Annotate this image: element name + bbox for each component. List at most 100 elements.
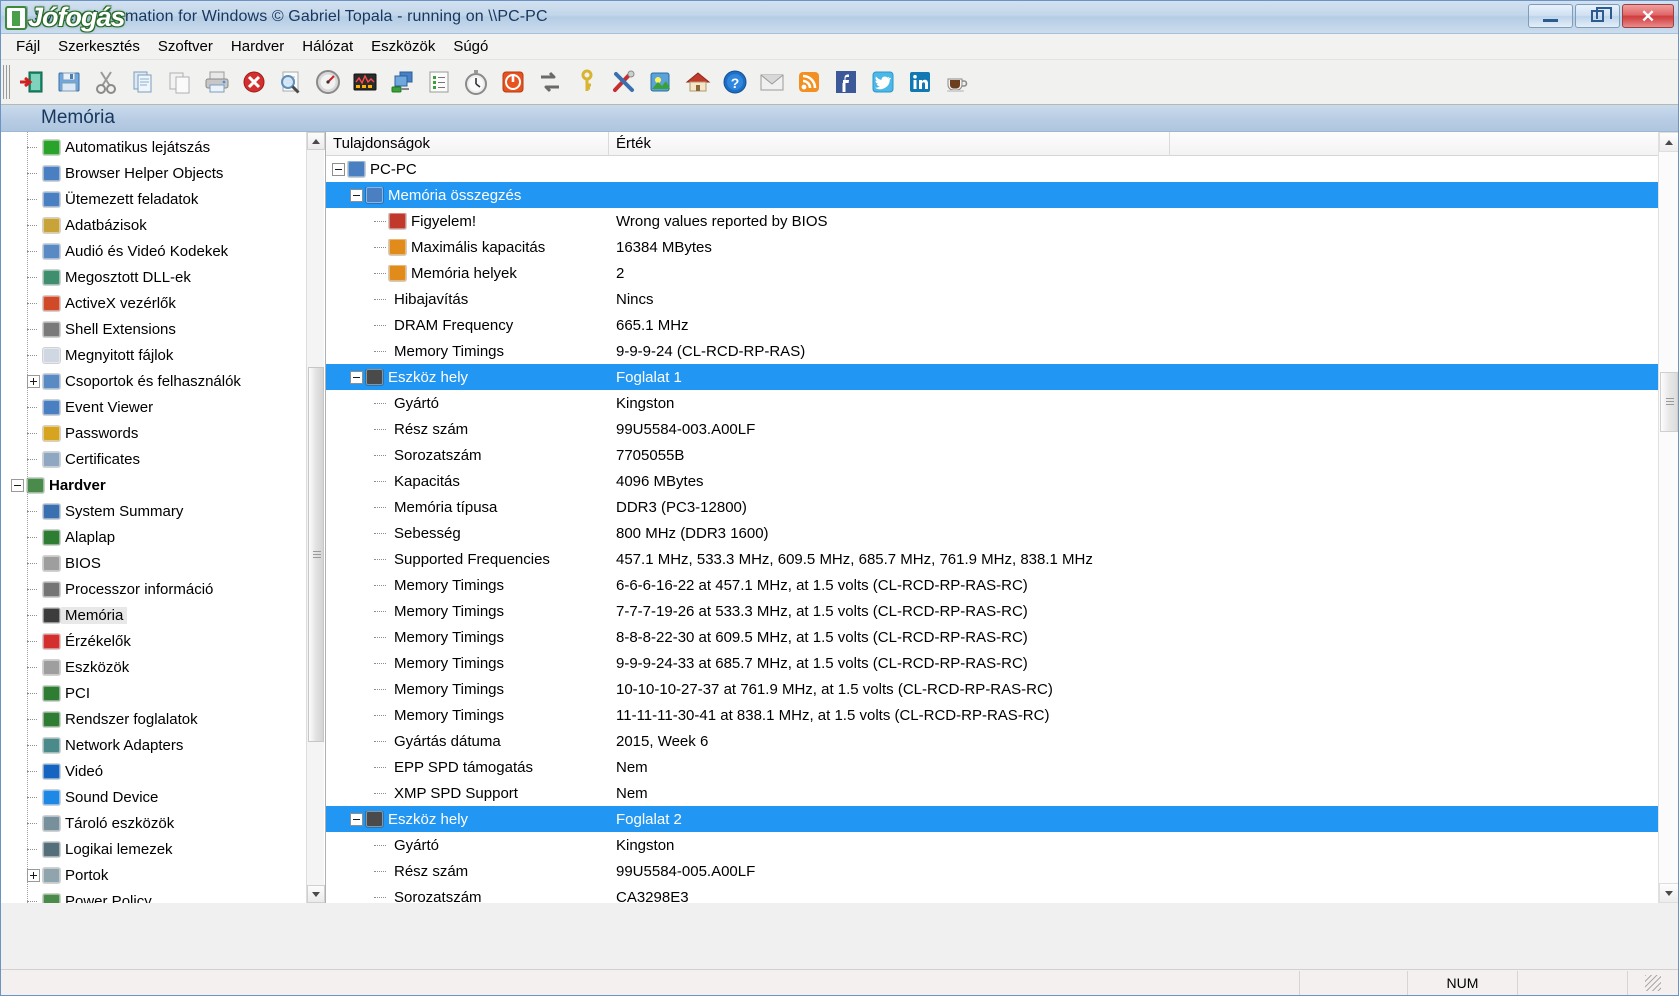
sidebar-item-automatikus-lej-tsz-s[interactable]: Automatikus lejátszás [1, 134, 325, 160]
sidebar-item-portok[interactable]: Portok [1, 862, 325, 888]
table-row[interactable]: Memory Timings 9-9-9-24 (CL-RCD-RP-RAS) [326, 338, 1678, 364]
scroll-down-button[interactable] [307, 885, 325, 903]
rss-icon[interactable] [790, 64, 827, 101]
table-row[interactable]: Maximális kapacitás 16384 MBytes [326, 234, 1678, 260]
sidebar-item-rendszer-foglalatok[interactable]: Rendszer foglalatok [1, 706, 325, 732]
report-icon[interactable] [420, 64, 457, 101]
tools-icon[interactable] [605, 64, 642, 101]
sidebar-item-network-adapters[interactable]: Network Adapters [1, 732, 325, 758]
help-icon[interactable]: ? [716, 64, 753, 101]
donate-coffee-icon[interactable] [938, 64, 975, 101]
sidebar-item-audi-s-vide-kodekek[interactable]: Audió és Videó Kodekek [1, 238, 325, 264]
table-row[interactable]: Gyártó Kingston [326, 390, 1678, 416]
menu-szoftver[interactable]: Szoftver [149, 36, 222, 57]
table-row[interactable]: Hibajavítás Nincs [326, 286, 1678, 312]
print-icon[interactable] [198, 64, 235, 101]
close-button[interactable]: ✕ [1622, 4, 1674, 28]
minimize-button[interactable] [1528, 4, 1573, 28]
sidebar-item-megnyitott-f-jlok[interactable]: Megnyitott fájlok [1, 342, 325, 368]
sidebar-item-pci[interactable]: PCI [1, 680, 325, 706]
table-row[interactable]: Sorozatszám 7705055B [326, 442, 1678, 468]
collapse-icon[interactable] [350, 188, 363, 202]
menu-halozat[interactable]: Hálózat [293, 36, 362, 57]
shutdown-icon[interactable] [494, 64, 531, 101]
menu-eszkozok[interactable]: Eszközök [362, 36, 444, 57]
restart-icon[interactable] [531, 64, 568, 101]
mail-icon[interactable] [753, 64, 790, 101]
sidebar-item-system-summary[interactable]: System Summary [1, 498, 325, 524]
sidebar-item-certificates[interactable]: Certificates [1, 446, 325, 472]
table-row[interactable]: Rész szám 99U5584-005.A00LF [326, 858, 1678, 884]
sidebar-item-temezett-feladatok[interactable]: Ütemezett feladatok [1, 186, 325, 212]
paste-icon[interactable] [161, 64, 198, 101]
table-row[interactable]: Rész szám 99U5584-003.A00LF [326, 416, 1678, 442]
sidebar-item-processzor-inform-ci[interactable]: Processzor információ [1, 576, 325, 602]
sidebar-item-passwords[interactable]: Passwords [1, 420, 325, 446]
collapse-icon[interactable] [350, 812, 363, 826]
collapse-icon[interactable] [332, 162, 345, 176]
column-header-properties[interactable]: Tulajdonságok [326, 132, 609, 156]
delete-icon[interactable] [235, 64, 272, 101]
maximize-button[interactable] [1575, 4, 1620, 28]
table-row[interactable]: Eszköz hely Foglalat 2 [326, 806, 1678, 832]
sidebar-item-power-policy[interactable]: Power Policy [1, 888, 325, 903]
exit-icon[interactable] [13, 64, 50, 101]
status-resize-grip[interactable] [1628, 971, 1678, 995]
table-row[interactable]: Memory Timings 10-10-10-27-37 at 761.9 MH… [326, 676, 1678, 702]
sidebar-item-logikai-lemezek[interactable]: Logikai lemezek [1, 836, 325, 862]
eureka-icon[interactable] [642, 64, 679, 101]
home-icon[interactable] [679, 64, 716, 101]
table-row[interactable]: Supported Frequencies 457.1 MHz, 533.3 MH… [326, 546, 1678, 572]
cut-icon[interactable] [87, 64, 124, 101]
table-row[interactable]: Memory Timings 8-8-8-22-30 at 609.5 MHz, … [326, 624, 1678, 650]
collapse-icon[interactable] [350, 370, 363, 384]
sidebar-item-browser-helper-objects[interactable]: Browser Helper Objects [1, 160, 325, 186]
sidebar-item-bios[interactable]: BIOS [1, 550, 325, 576]
table-row[interactable]: EPP SPD támogatás Nem [326, 754, 1678, 780]
table-row[interactable]: XMP SPD Support Nem [326, 780, 1678, 806]
table-row[interactable]: Gyártó Kingston [326, 832, 1678, 858]
menu-sugo[interactable]: Súgó [444, 36, 497, 57]
table-row[interactable]: DRAM Frequency 665.1 MHz [326, 312, 1678, 338]
expand-icon[interactable] [27, 374, 40, 388]
sidebar-item-shell-extensions[interactable]: Shell Extensions [1, 316, 325, 342]
sidebar-item-adatb-zisok[interactable]: Adatbázisok [1, 212, 325, 238]
sidebar-item-rz-kel-k[interactable]: Érzékelők [1, 628, 325, 654]
details-scrollbar[interactable] [1658, 132, 1678, 903]
scroll-thumb[interactable] [308, 367, 324, 742]
details-scroll-up-button[interactable] [1659, 132, 1678, 152]
sidebar-item-hardver[interactable]: Hardver [1, 472, 325, 498]
save-icon[interactable] [50, 64, 87, 101]
table-row[interactable]: Memória helyek 2 [326, 260, 1678, 286]
sidebar-item-sound-device[interactable]: Sound Device [1, 784, 325, 810]
table-row[interactable]: Kapacitás 4096 MBytes [326, 468, 1678, 494]
sidebar-item-csoportok-s-felhaszn-l-k[interactable]: Csoportok és felhasználók [1, 368, 325, 394]
table-row[interactable]: Memory Timings 6-6-6-16-22 at 457.1 MHz, … [326, 572, 1678, 598]
sidebar-item-event-viewer[interactable]: Event Viewer [1, 394, 325, 420]
linkedin-icon[interactable] [901, 64, 938, 101]
sidebar-item-vide[interactable]: Videó [1, 758, 325, 784]
table-row[interactable]: Memória típusa DDR3 (PC3-12800) [326, 494, 1678, 520]
menu-fajl[interactable]: Fájl [7, 36, 49, 57]
expand-icon[interactable] [27, 868, 40, 882]
table-row[interactable]: Sebesség 800 MHz (DDR3 1600) [326, 520, 1678, 546]
collapse-icon[interactable] [11, 478, 24, 492]
details-scroll-thumb[interactable] [1660, 372, 1678, 432]
menu-hardver[interactable]: Hardver [222, 36, 293, 57]
menu-szerkesztes[interactable]: Szerkesztés [49, 36, 149, 57]
sidebar-scrollbar[interactable] [306, 132, 325, 903]
table-row[interactable]: Memória összegzés [326, 182, 1678, 208]
table-row[interactable]: Figyelem! Wrong values reported by BIOS [326, 208, 1678, 234]
sidebar-item-alaplap[interactable]: Alaplap [1, 524, 325, 550]
copy-icon[interactable] [124, 64, 161, 101]
sidebar-item-megosztott-dll-ek[interactable]: Megosztott DLL-ek [1, 264, 325, 290]
sidebar-item-t-rol-eszk-z-k[interactable]: Tároló eszközök [1, 810, 325, 836]
twitter-icon[interactable] [864, 64, 901, 101]
sidebar-item-activex-vez-rl-k[interactable]: ActiveX vezérlők [1, 290, 325, 316]
column-header-value[interactable]: Érték [609, 132, 1170, 156]
table-row[interactable]: Memory Timings 7-7-7-19-26 at 533.3 MHz, … [326, 598, 1678, 624]
table-row[interactable]: Memory Timings 9-9-9-24-33 at 685.7 MHz, … [326, 650, 1678, 676]
monitor-icon[interactable] [346, 64, 383, 101]
column-header-extra[interactable] [1170, 132, 1678, 156]
network-share-icon[interactable] [383, 64, 420, 101]
